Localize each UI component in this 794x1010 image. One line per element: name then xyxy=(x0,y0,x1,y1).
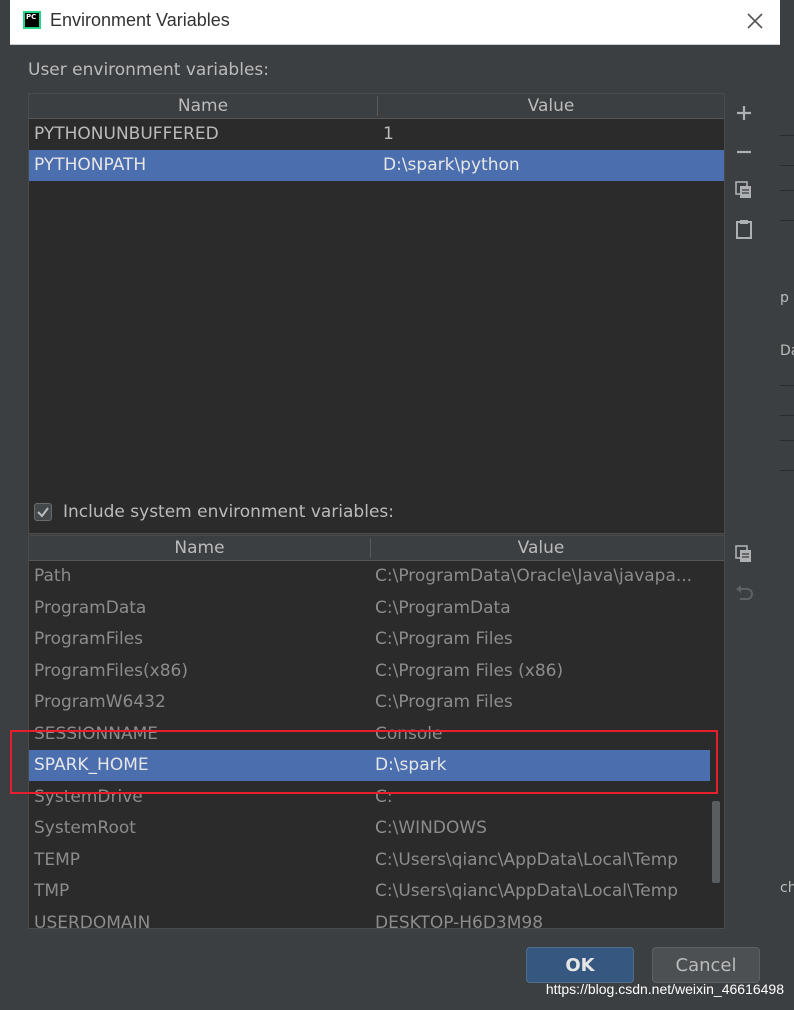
cell-name: ProgramW6432 xyxy=(34,692,166,712)
column-header-name[interactable]: Name xyxy=(29,94,377,118)
undo-icon[interactable] xyxy=(733,583,755,605)
checkmark-icon xyxy=(37,507,49,518)
cell-name: ProgramFiles xyxy=(34,629,144,649)
bg-divider xyxy=(780,385,794,386)
cell-value: C:\Users\qianc\AppData\Local\Temp xyxy=(375,849,679,870)
add-icon[interactable] xyxy=(733,102,755,124)
copy-icon[interactable] xyxy=(733,179,755,201)
bg-divider xyxy=(780,190,794,191)
cell-name: PYTHONPATH xyxy=(34,155,147,175)
table-row[interactable]: ProgramData C:\ProgramData xyxy=(29,593,710,624)
cell-name: SystemRoot xyxy=(34,818,136,838)
title-bar: PC Environment Variables xyxy=(10,0,780,45)
table-row[interactable]: PYTHONUNBUFFERED 1 xyxy=(29,119,724,150)
include-system-checkbox[interactable] xyxy=(34,503,52,521)
bg-divider xyxy=(780,470,794,471)
cell-name: USERDOMAIN xyxy=(34,912,151,929)
cell-value: D:\spark\python xyxy=(383,155,520,175)
column-header-name[interactable]: Name xyxy=(29,536,370,560)
cell-name: TMP xyxy=(34,881,70,901)
table-row-selected[interactable]: PYTHONPATH D:\spark\python xyxy=(29,150,724,181)
cell-name: ProgramFiles(x86) xyxy=(34,660,188,681)
cell-value: C:\Program Files xyxy=(375,692,513,712)
pycharm-app-icon: PC xyxy=(23,11,41,29)
bg-fragment-text: ch xyxy=(780,880,794,896)
cell-value: DESKTOP-H6D3M98 xyxy=(375,912,544,929)
column-header-value[interactable]: Value xyxy=(378,94,724,118)
watermark-text: https://blog.csdn.net/weixin_46616498 xyxy=(545,981,784,997)
cell-value: 1 xyxy=(383,124,394,144)
scrollbar-thumb[interactable] xyxy=(712,801,720,883)
cell-value: C:\ProgramData xyxy=(375,597,511,618)
bg-fragment-text: Da xyxy=(780,343,794,359)
cell-value: C:\Program Files (x86) xyxy=(375,660,564,681)
table-row[interactable]: USERDOMAIN DESKTOP-H6D3M98 xyxy=(29,908,710,929)
close-icon[interactable] xyxy=(744,10,766,32)
window-title: Environment Variables xyxy=(50,10,230,30)
table-row[interactable]: SystemRoot C:\WINDOWS xyxy=(29,813,710,844)
cell-value: C:\WINDOWS xyxy=(375,818,487,838)
cell-name: PYTHONUNBUFFERED xyxy=(34,124,219,144)
include-system-label[interactable]: Include system environment variables: xyxy=(63,502,394,522)
cell-value: C:\Users\qianc\AppData\Local\Temp xyxy=(375,881,679,901)
cell-name: ProgramData xyxy=(34,597,147,618)
cell-value: C:\Program Files xyxy=(375,629,513,649)
table-row[interactable]: TEMP C:\Users\qianc\AppData\Local\Temp xyxy=(29,845,710,876)
table-row[interactable]: ProgramW6432 C:\Program Files xyxy=(29,687,710,718)
table-row[interactable]: ProgramFiles(x86) C:\Program Files (x86) xyxy=(29,656,710,687)
bg-divider xyxy=(780,415,794,416)
bg-divider xyxy=(780,135,794,136)
ok-button[interactable]: OK xyxy=(526,947,634,983)
cell-value: C:\ProgramData\Oracle\Java\javapa... xyxy=(375,566,693,586)
cell-name: TEMP xyxy=(34,849,81,870)
highlight-annotation-box xyxy=(10,730,718,794)
dialog-body: User environment variables: Name Value P… xyxy=(10,45,780,1010)
table-row[interactable]: Path C:\ProgramData\Oracle\Java\javapa... xyxy=(29,561,710,592)
cell-name: Path xyxy=(34,566,72,586)
user-env-label: User environment variables: xyxy=(28,60,269,80)
remove-icon[interactable] xyxy=(733,141,755,163)
app-icon-label: PC xyxy=(25,13,39,27)
bg-divider xyxy=(780,440,794,441)
table-row[interactable]: TMP C:\Users\qianc\AppData\Local\Temp xyxy=(29,876,710,907)
user-table-header: Name Value xyxy=(29,94,724,119)
copy-icon[interactable] xyxy=(733,543,755,565)
cancel-button[interactable]: Cancel xyxy=(652,947,760,983)
user-env-table[interactable]: Name Value PYTHONUNBUFFERED 1 PYTHONPATH… xyxy=(28,93,725,534)
table-row[interactable]: ProgramFiles C:\Program Files xyxy=(29,624,710,655)
system-table-header: Name Value xyxy=(29,536,724,561)
bg-fragment-text: p xyxy=(780,290,789,306)
paste-icon[interactable] xyxy=(733,218,755,240)
bg-divider xyxy=(780,220,794,221)
bg-divider xyxy=(780,165,794,166)
column-header-value[interactable]: Value xyxy=(371,536,711,560)
